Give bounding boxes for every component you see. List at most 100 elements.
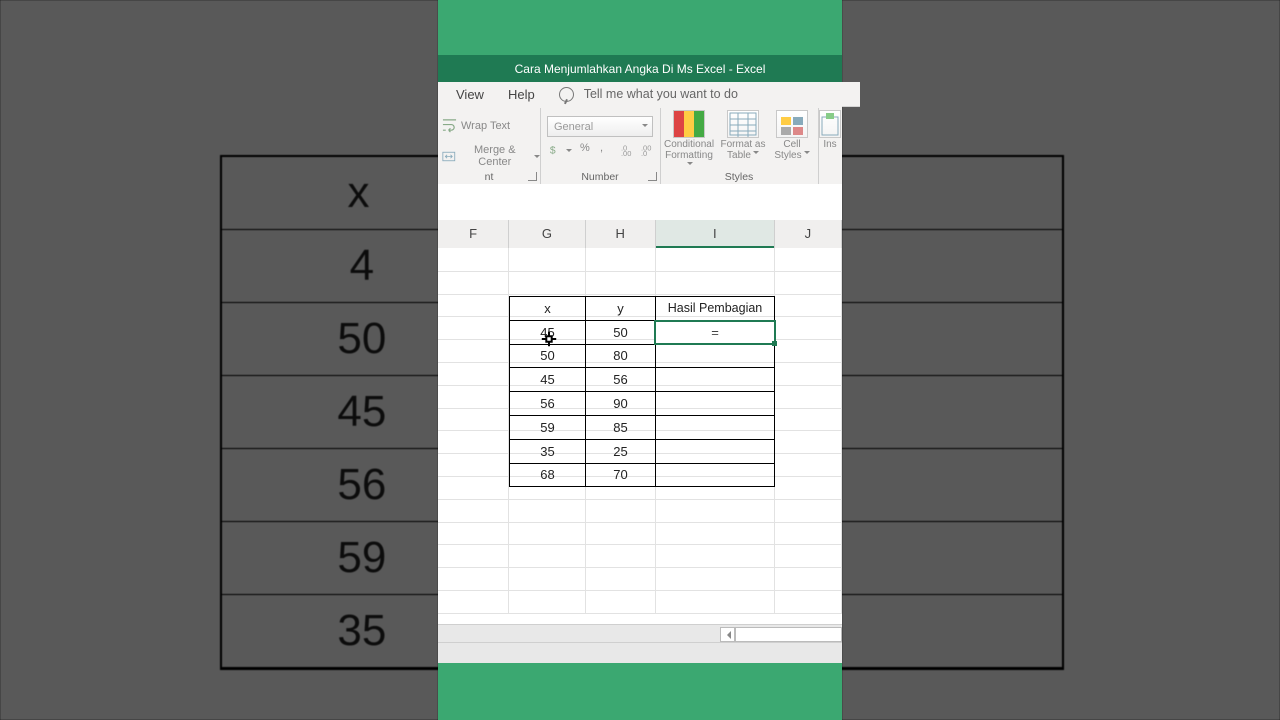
spreadsheet-grid[interactable]: /*placeholder for row loop below via JS*… <box>438 248 842 624</box>
tab-view[interactable]: View <box>456 87 484 102</box>
grid-cell[interactable] <box>438 271 509 294</box>
active-cell[interactable]: = <box>654 320 776 345</box>
grid-cell[interactable] <box>775 248 842 271</box>
grid-cell[interactable] <box>438 362 509 385</box>
col-header-j[interactable]: J <box>775 220 842 248</box>
grid-cell[interactable] <box>775 567 842 590</box>
grid-cell[interactable] <box>438 544 509 567</box>
grid-cell[interactable] <box>586 567 656 590</box>
grid-cell[interactable] <box>656 248 775 271</box>
col-header-h[interactable]: H <box>586 220 656 248</box>
grid-cell[interactable] <box>438 248 509 271</box>
grid-row[interactable] <box>438 248 842 272</box>
table-cell-x[interactable]: 45 <box>510 321 586 344</box>
grid-cell[interactable] <box>438 476 509 499</box>
table-header-x[interactable]: x <box>510 297 586 320</box>
table-cell-result[interactable] <box>656 464 774 487</box>
wrap-text-button[interactable]: Wrap Text <box>442 118 510 133</box>
table-cell-x[interactable]: 68 <box>510 464 586 487</box>
cell-styles-button[interactable]: Cell Styles <box>772 110 812 161</box>
grid-cell[interactable] <box>775 271 842 294</box>
grid-row[interactable] <box>438 271 842 295</box>
grid-cell[interactable] <box>438 339 509 362</box>
table-header-y[interactable]: y <box>586 297 656 320</box>
tab-help[interactable]: Help <box>508 87 535 102</box>
accounting-format-button[interactable]: $ <box>547 142 572 157</box>
grid-cell[interactable] <box>775 316 842 339</box>
number-dialog-launcher[interactable] <box>648 172 657 181</box>
table-cell-y[interactable]: 80 <box>586 345 656 368</box>
col-header-f[interactable]: F <box>438 220 509 248</box>
grid-cell[interactable] <box>775 499 842 522</box>
merge-center-button[interactable]: Merge & Center <box>442 144 540 168</box>
grid-cell[interactable] <box>438 567 509 590</box>
format-as-table-button[interactable]: Format as Table <box>718 110 768 161</box>
grid-cell[interactable] <box>775 362 842 385</box>
grid-cell[interactable] <box>438 590 509 613</box>
grid-cell[interactable] <box>775 453 842 476</box>
grid-cell[interactable] <box>438 316 509 339</box>
grid-cell[interactable] <box>509 522 585 545</box>
grid-cell[interactable] <box>656 590 775 613</box>
grid-cell[interactable] <box>775 590 842 613</box>
col-header-g[interactable]: G <box>509 220 585 248</box>
decrease-decimal-button[interactable]: .00.0 <box>640 142 655 157</box>
table-cell-x[interactable]: 35 <box>510 440 586 463</box>
number-format-combo[interactable]: General <box>547 116 653 137</box>
grid-cell[interactable] <box>775 294 842 317</box>
grid-cell[interactable] <box>656 567 775 590</box>
grid-row[interactable] <box>438 544 842 568</box>
col-header-i[interactable]: I <box>656 220 775 248</box>
grid-cell[interactable] <box>656 499 775 522</box>
grid-row[interactable] <box>438 567 842 591</box>
table-cell-y[interactable]: 56 <box>586 368 656 391</box>
table-cell-result[interactable] <box>656 392 774 415</box>
table-cell-y[interactable]: 70 <box>586 464 656 487</box>
table-cell-x[interactable]: 50 <box>510 345 586 368</box>
grid-cell[interactable] <box>586 499 656 522</box>
grid-cell[interactable] <box>775 544 842 567</box>
grid-cell[interactable] <box>775 430 842 453</box>
tell-me-search[interactable]: Tell me what you want to do <box>584 87 738 101</box>
grid-cell[interactable] <box>509 248 585 271</box>
table-header-result[interactable]: Hasil Pembagian <box>656 297 774 320</box>
table-cell-x[interactable]: 59 <box>510 416 586 439</box>
grid-cell[interactable] <box>509 544 585 567</box>
grid-cell[interactable] <box>438 430 509 453</box>
grid-cell[interactable] <box>656 271 775 294</box>
grid-cell[interactable] <box>438 522 509 545</box>
grid-cell[interactable] <box>438 408 509 431</box>
grid-cell[interactable] <box>586 271 656 294</box>
table-cell-y[interactable]: 25 <box>586 440 656 463</box>
horizontal-scrollbar[interactable] <box>438 624 842 643</box>
table-cell-y[interactable]: 50 <box>586 321 656 344</box>
grid-cell[interactable] <box>509 271 585 294</box>
grid-cell[interactable] <box>586 248 656 271</box>
alignment-dialog-launcher[interactable] <box>528 172 537 181</box>
conditional-formatting-button[interactable]: Conditional Formatting <box>664 110 714 172</box>
insert-cells-button[interactable]: Ins <box>818 110 842 150</box>
grid-cell[interactable] <box>509 567 585 590</box>
grid-cell[interactable] <box>775 385 842 408</box>
table-cell-result[interactable] <box>656 416 774 439</box>
grid-row[interactable] <box>438 522 842 546</box>
scroll-left-arrow[interactable] <box>720 627 735 642</box>
grid-cell[interactable] <box>586 544 656 567</box>
table-cell-x[interactable]: 45 <box>510 368 586 391</box>
table-cell-y[interactable]: 90 <box>586 392 656 415</box>
grid-cell[interactable] <box>586 522 656 545</box>
comma-button[interactable]: , <box>600 142 603 154</box>
grid-cell[interactable] <box>438 294 509 317</box>
grid-cell[interactable] <box>438 385 509 408</box>
grid-cell[interactable] <box>509 590 585 613</box>
formula-bar[interactable] <box>438 184 842 221</box>
table-cell-result[interactable] <box>656 345 774 368</box>
grid-row[interactable] <box>438 590 842 614</box>
percent-button[interactable]: % <box>580 142 590 154</box>
grid-cell[interactable] <box>775 476 842 499</box>
increase-decimal-button[interactable]: .0.00 <box>620 142 635 157</box>
table-cell-y[interactable]: 85 <box>586 416 656 439</box>
grid-cell[interactable] <box>775 339 842 362</box>
grid-cell[interactable] <box>775 408 842 431</box>
grid-cell[interactable] <box>438 499 509 522</box>
